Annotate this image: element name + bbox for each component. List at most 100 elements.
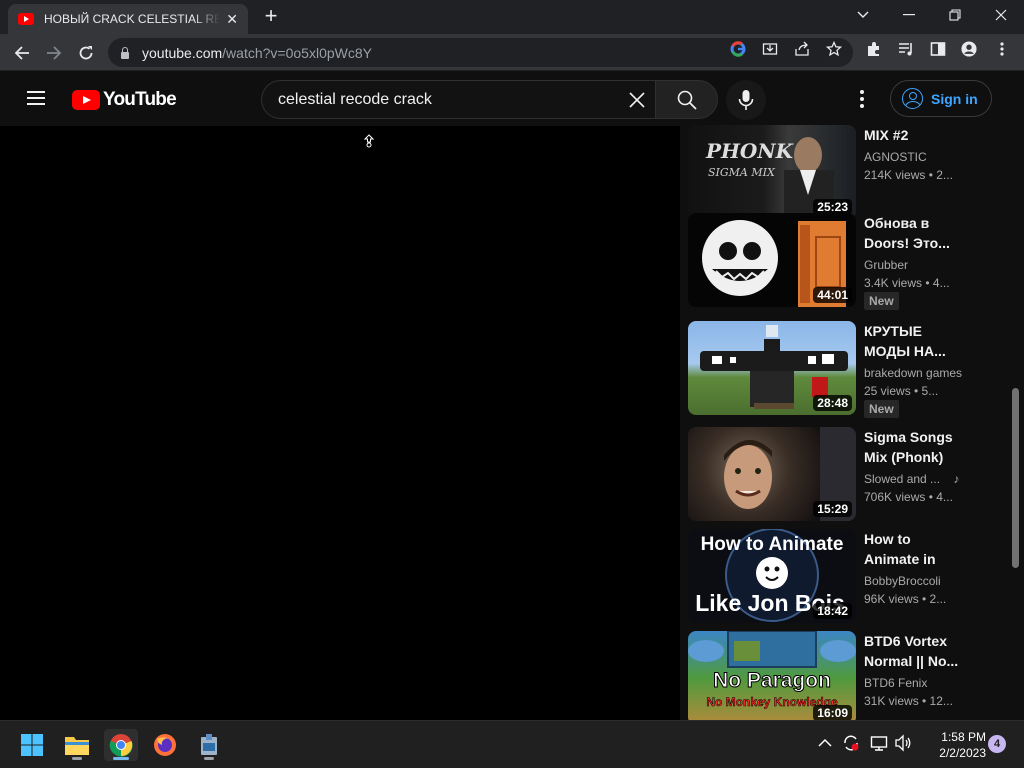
new-badge: New [864,400,899,418]
chrome-taskbar-icon[interactable] [104,729,138,761]
sign-in-label: Sign in [931,90,978,107]
tab-close-icon[interactable]: ✕ [226,11,238,28]
url-path: /watch?v=0o5xl0pWc8Y [222,44,372,61]
thumb-text-phonk: PHONK [705,139,795,163]
profile-avatar-icon[interactable] [961,41,977,57]
reload-icon[interactable] [72,39,100,67]
channel-name[interactable]: BobbyBroccoli [864,572,964,590]
recommended-video[interactable]: 28:48 КРУТЫЕ МОДЫ НА... brakedown games … [688,321,988,418]
tab-title: НОВЫЙ CRACK CELESTIAL RECODE [44,12,220,26]
channel-name-text: Slowed and ... [864,472,941,486]
windows-taskbar: 1:58 PM 2/2/2023 [0,720,1024,768]
video-stats: 214K views • 2... [864,168,953,182]
thumb-text-no-paragon: No Paragon [713,669,831,692]
tab-search-chevron-icon[interactable] [840,0,886,30]
browser-tab-active[interactable]: НОВЫЙ CRACK CELESTIAL RECODE ✕ [8,4,248,34]
window-close-icon[interactable] [978,0,1024,30]
search-input[interactable]: celestial recode crack [261,80,656,119]
video-title[interactable]: Обнова в Doors! Это... [864,213,964,253]
recommended-video[interactable]: PHONK SIGMA MIX 25:23 MIX #2 AGNOSTIC 21… [688,125,988,221]
video-title[interactable]: MIX #2 [864,125,964,145]
show-hidden-icons-chevron-icon[interactable] [818,735,832,753]
video-thumbnail[interactable]: How to Animate Like Jon Bois 18:42 [688,529,856,623]
google-lens-icon[interactable] [730,41,746,57]
video-thumbnail[interactable]: 15:29 [688,427,856,521]
channel-name[interactable]: AGNOSTIC [864,148,964,166]
clock-time: 1:58 PM [941,730,986,744]
taskbar-clock[interactable]: 1:58 PM 2/2/2023 [918,729,986,761]
thumb-text-sigma: SIGMA MIX [708,166,776,179]
search-icon [677,90,697,110]
youtube-masthead: YouTube celestial recode crack Sign in [0,72,1024,126]
video-thumbnail[interactable]: 28:48 [688,321,856,415]
side-panel-icon[interactable] [930,41,946,57]
youtube-favicon-icon [18,13,34,25]
video-duration: 28:48 [813,395,852,411]
new-tab-button[interactable]: + [258,4,284,30]
video-thumbnail[interactable]: PHONK SIGMA MIX 25:23 [688,125,856,219]
video-stats: 96K views • 2... [864,592,947,606]
thumb-text-how-to-animate: How to Animate [701,534,844,555]
clock-date: 2/2/2023 [939,746,986,760]
recommended-video[interactable]: How to Animate Like Jon Bois 18:42 How t… [688,529,988,625]
installer-app-icon[interactable] [192,729,226,761]
youtube-play-logo-icon [72,90,100,110]
minimize-icon[interactable] [886,0,932,30]
lock-icon[interactable] [120,46,130,59]
sync-alert-icon[interactable] [842,734,860,757]
microphone-icon [738,90,754,110]
volume-icon[interactable] [894,734,912,757]
media-queue-icon[interactable] [898,41,914,57]
browser-toolbar: youtube.com/watch?v=0o5xl0pWc8Y [0,34,1024,71]
voice-search-button[interactable] [726,80,766,120]
recommended-video[interactable]: 44:01 Обнова в Doors! Это... Grubber 3.4… [688,213,988,310]
channel-name[interactable]: BTD6 Fenix [864,674,964,692]
bookmark-star-icon[interactable] [826,41,842,57]
chrome-menu-icon[interactable] [994,41,1010,57]
file-explorer-icon[interactable] [60,729,94,761]
video-stats: 706K views • 4... [864,490,953,504]
video-duration: 15:29 [813,501,852,517]
new-badge: New [864,292,899,310]
restore-icon[interactable] [932,0,978,30]
video-title[interactable]: How to Animate in Google Eart... [864,529,964,569]
video-player[interactable] [0,126,680,720]
clear-search-icon[interactable] [626,89,650,111]
sign-in-button[interactable]: Sign in [890,80,992,117]
network-icon[interactable] [870,734,888,757]
browser-tab-strip: НОВЫЙ CRACK CELESTIAL RECODE ✕ + [0,0,1024,34]
extensions-puzzle-icon[interactable] [866,41,882,57]
channel-name[interactable]: brakedown games [864,364,964,382]
url-host: youtube.com [142,44,223,61]
video-title[interactable]: Sigma Songs Mix (Phonk) [864,427,964,467]
settings-menu-icon[interactable] [851,88,873,110]
page-scrollbar[interactable] [1012,388,1019,568]
firefox-icon[interactable] [148,729,182,761]
share-icon[interactable] [794,41,810,57]
back-arrow-icon[interactable] [8,39,36,67]
channel-name[interactable]: Grubber [864,256,964,274]
video-duration: 16:09 [813,705,852,721]
video-stats: 25 views • 5... [864,384,939,398]
video-stats: 3.4K views • 4... [864,276,950,290]
guide-menu-icon[interactable] [27,91,45,105]
account-icon [902,88,923,109]
windows-start-icon[interactable] [15,729,49,761]
youtube-wordmark: YouTube [103,89,177,110]
install-app-icon[interactable] [762,41,778,57]
recommended-video[interactable]: 15:29 Sigma Songs Mix (Phonk) Slowed and… [688,427,988,523]
video-thumbnail[interactable]: 44:01 [688,213,856,307]
search-button[interactable] [655,80,718,119]
video-title[interactable]: КРУТЫЕ МОДЫ НА... [864,321,964,361]
notification-count-badge[interactable]: 4 [988,735,1006,753]
youtube-logo[interactable]: YouTube [72,89,177,111]
recommended-video[interactable]: No Paragon No Monkey Knowledge 16:09 BTD… [688,631,988,727]
cursor-icon [363,134,375,151]
video-thumbnail[interactable]: No Paragon No Monkey Knowledge 16:09 [688,631,856,725]
channel-name[interactable]: Slowed and ... ♪ [864,470,964,488]
forward-arrow-icon[interactable] [40,39,68,67]
music-note-icon: ♪ [953,472,960,486]
video-title[interactable]: BTD6 Vortex Normal || No... [864,631,964,671]
video-duration: 18:42 [813,603,852,619]
video-duration: 44:01 [813,287,852,303]
